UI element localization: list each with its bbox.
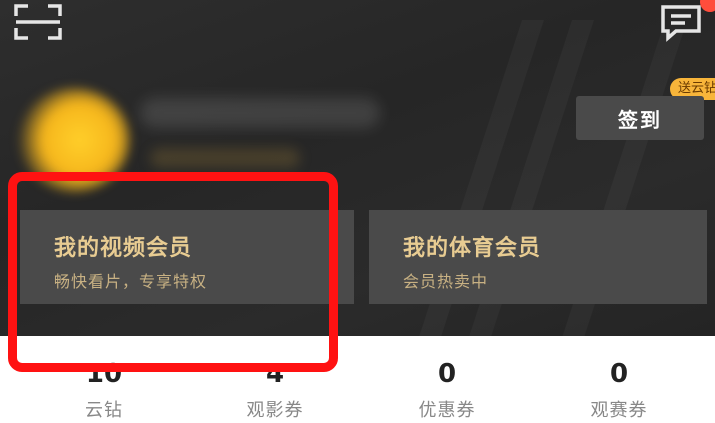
stat-label: 观影券 bbox=[246, 400, 304, 421]
sports-membership-subtitle: 会员热卖中 bbox=[403, 272, 489, 291]
signin-button[interactable]: 签到 bbox=[576, 96, 704, 140]
sports-membership-title: 我的体育会员 bbox=[403, 236, 542, 261]
user-level-blurred bbox=[150, 148, 300, 168]
username-blurred bbox=[140, 98, 380, 128]
sports-membership-card[interactable]: 我的体育会员 会员热卖中 bbox=[369, 210, 707, 304]
stat-coupons[interactable]: 0 优惠券 bbox=[377, 358, 517, 422]
stat-label: 云钻 bbox=[85, 400, 123, 421]
stat-label: 观赛券 bbox=[590, 400, 648, 421]
stat-value: 0 bbox=[437, 359, 457, 389]
message-icon[interactable] bbox=[660, 4, 702, 42]
highlight-annotation-box bbox=[8, 172, 338, 372]
scan-icon[interactable] bbox=[14, 4, 62, 40]
notification-dot bbox=[700, 0, 715, 12]
stat-match-tickets[interactable]: 0 观赛券 bbox=[549, 358, 689, 422]
stat-label: 优惠券 bbox=[418, 400, 476, 421]
stat-value: 0 bbox=[609, 359, 629, 389]
